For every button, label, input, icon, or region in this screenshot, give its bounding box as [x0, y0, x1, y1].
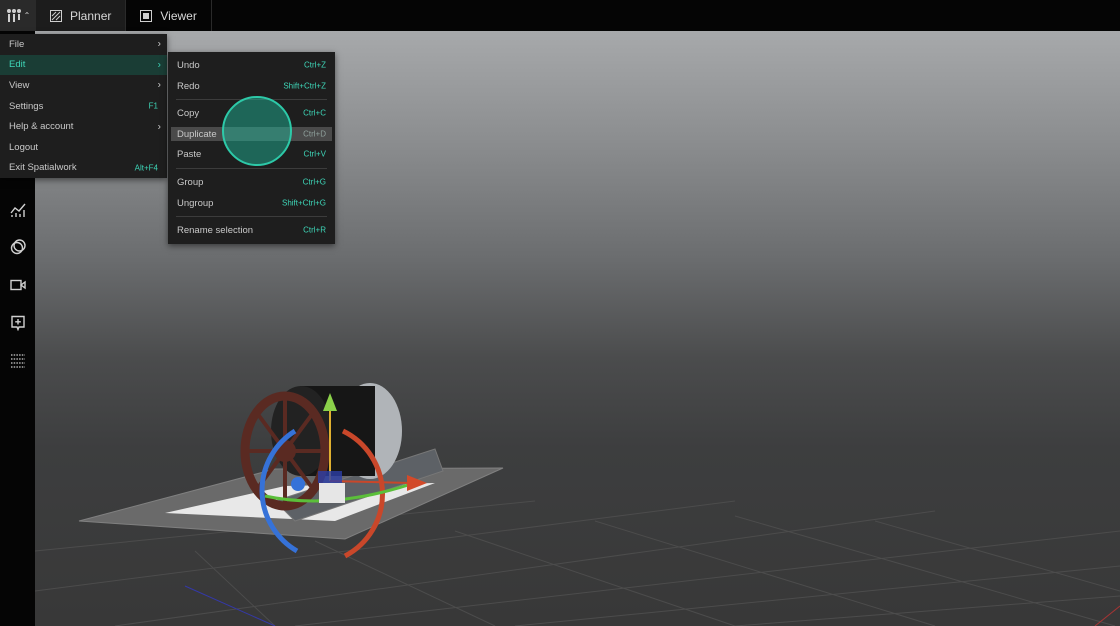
menu-item-label: Duplicate — [177, 128, 217, 140]
menu-item-label: Logout — [9, 141, 39, 153]
app-menu-button[interactable]: ⌃ — [0, 0, 36, 31]
menu-divider — [176, 216, 327, 217]
menu-item-group[interactable]: Group Ctrl+G — [171, 175, 332, 189]
menu-shortcut: Ctrl+R — [303, 225, 326, 235]
add-annotation-icon — [10, 315, 25, 331]
menu-item-redo[interactable]: Redo Shift+Ctrl+Z — [171, 79, 332, 93]
tool-layers[interactable] — [8, 237, 27, 256]
menu-item-logout[interactable]: Logout — [0, 137, 167, 158]
gizmo-handle-z[interactable] — [291, 477, 305, 491]
menu-item-label: Paste — [177, 148, 202, 160]
menu-shortcut: Ctrl+Z — [304, 60, 326, 70]
app-logo-icon — [6, 8, 21, 22]
layers-icon — [10, 238, 26, 254]
grid-icon — [10, 353, 25, 368]
camera-icon — [9, 279, 26, 290]
planner-icon — [50, 9, 62, 22]
menu-divider — [176, 168, 327, 169]
axis-line-blue — [184, 585, 276, 626]
chevron-right-icon: › — [157, 59, 161, 71]
menu-item-help-account[interactable]: Help & account › — [0, 116, 167, 137]
menu-item-settings[interactable]: Settings F1 — [0, 96, 167, 117]
chart-icon — [9, 203, 26, 217]
menu-item-exit[interactable]: Exit Spatialwork Alt+F4 — [0, 158, 167, 179]
menu-item-rename-selection[interactable]: Rename selection Ctrl+R — [171, 223, 332, 237]
tool-camera[interactable] — [8, 275, 27, 294]
click-indicator — [222, 96, 292, 166]
tab-label: Planner — [70, 8, 112, 23]
menu-item-ungroup[interactable]: Ungroup Shift+Ctrl+G — [171, 196, 332, 210]
gizmo-plane-handle[interactable] — [318, 471, 342, 483]
menu-item-label: File — [9, 38, 25, 50]
menu-item-file[interactable]: File › — [0, 34, 167, 55]
tool-annotation[interactable] — [8, 313, 27, 332]
menu-item-label: Undo — [177, 59, 200, 71]
menu-item-label: Group — [177, 176, 204, 188]
tool-grid[interactable] — [8, 351, 27, 370]
tab-planner[interactable]: Planner — [36, 0, 127, 31]
menu-shortcut: Shift+Ctrl+Z — [283, 81, 326, 91]
tab-label: Viewer — [160, 8, 197, 23]
menu-item-label: Settings — [9, 100, 44, 112]
menu-item-edit[interactable]: Edit › — [0, 54, 167, 76]
menu-item-label: View — [9, 79, 30, 91]
chevron-right-icon: › — [157, 38, 161, 50]
gizmo-center-box[interactable] — [319, 483, 345, 503]
axis-line-red — [1094, 605, 1120, 626]
tab-viewer[interactable]: Viewer — [126, 0, 212, 31]
chevron-right-icon: › — [157, 79, 161, 91]
menu-item-label: Edit — [9, 59, 26, 71]
app-menu: File › Edit › View › Settings F1 Help & … — [0, 34, 167, 179]
menu-item-undo[interactable]: Undo Ctrl+Z — [171, 58, 332, 72]
menu-item-label: Ungroup — [177, 197, 214, 209]
menu-shortcut: Alt+F4 — [134, 163, 158, 173]
tool-analytics[interactable] — [8, 200, 27, 219]
chevron-right-icon: › — [157, 121, 161, 133]
top-bar: ⌃ Planner Viewer — [0, 0, 1120, 31]
menu-shortcut: Ctrl+V — [303, 149, 326, 159]
menu-item-label: Copy — [177, 107, 200, 119]
menu-item-label: Rename selection — [177, 224, 254, 236]
viewer-icon — [140, 9, 153, 22]
menu-item-label: Help & account — [9, 121, 74, 133]
menu-item-label: Exit Spatialwork — [9, 162, 77, 174]
menu-shortcut: Ctrl+C — [303, 108, 326, 118]
menu-item-label: Redo — [177, 80, 200, 92]
menu-shortcut: Shift+Ctrl+G — [281, 198, 326, 208]
menu-shortcut: F1 — [148, 101, 158, 111]
chevron-up-icon: ⌃ — [23, 11, 31, 20]
menu-item-view[interactable]: View › — [0, 75, 167, 96]
menu-shortcut: Ctrl+D — [303, 129, 326, 139]
menu-shortcut: Ctrl+G — [302, 177, 326, 187]
